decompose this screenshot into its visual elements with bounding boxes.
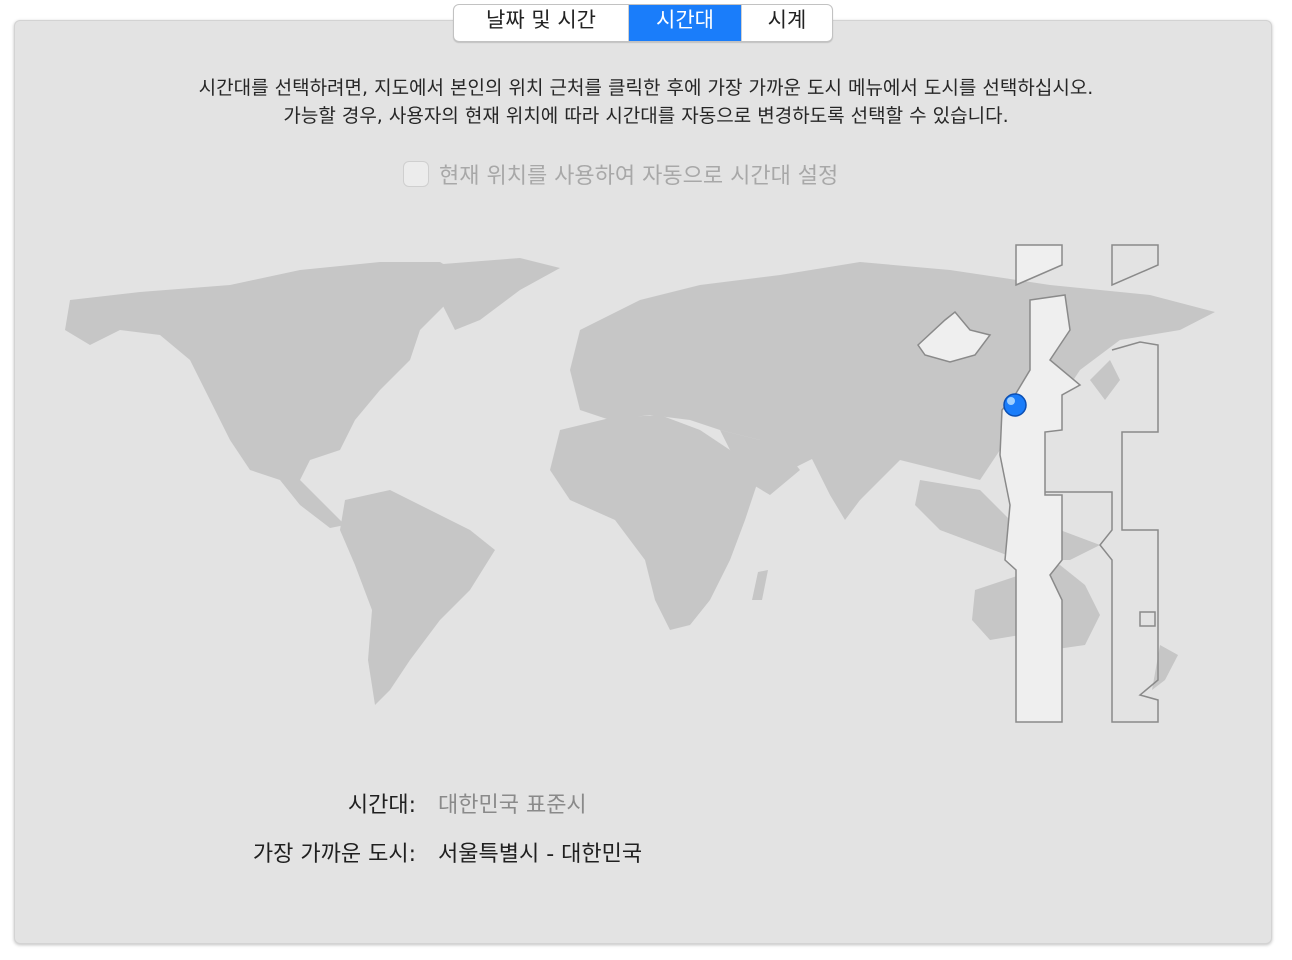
japan	[1090, 360, 1120, 400]
timezone-row: 시간대: 대한민국 표준시	[0, 787, 587, 819]
indian-subcontinent	[810, 455, 885, 520]
timezone-value: 대한민국 표준시	[438, 793, 587, 818]
closest-city-popup[interactable]: 서울특별시 - 대한민국	[438, 836, 642, 868]
south-america	[340, 490, 495, 705]
closest-city-row: 가장 가까운 도시: 서울특별시 - 대한민국	[0, 836, 642, 868]
madagascar	[752, 570, 768, 600]
location-pin-icon[interactable]	[1003, 393, 1027, 417]
new-zealand	[1152, 645, 1178, 690]
closest-city-label: 가장 가까운 도시:	[252, 842, 416, 867]
timezone-label: 시간대:	[347, 793, 416, 818]
small-island-zone[interactable]	[1139, 611, 1156, 627]
greenland	[430, 258, 560, 330]
africa	[550, 415, 760, 630]
north-america	[65, 262, 470, 528]
